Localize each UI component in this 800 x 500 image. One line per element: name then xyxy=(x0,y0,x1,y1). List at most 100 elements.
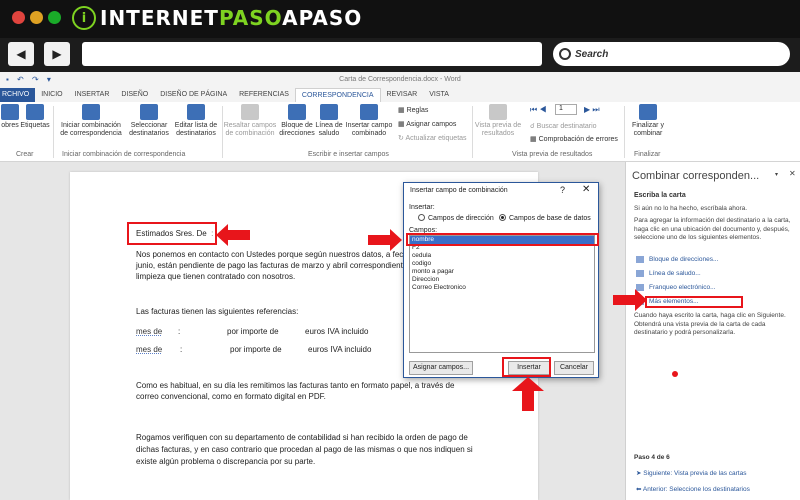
list-item[interactable]: cedula xyxy=(410,252,594,260)
close-icon[interactable]: ✕ xyxy=(789,169,796,178)
etiquetas-button[interactable]: Etiquetas xyxy=(20,104,50,130)
link-linea-saludo[interactable]: Línea de saludo... xyxy=(649,270,701,277)
radio-selected-icon xyxy=(499,214,506,221)
tab-diseno-pagina[interactable]: DISEÑO DE PÁGINA xyxy=(154,88,233,102)
mes-field-1: mes de xyxy=(136,327,163,336)
maximize-window-button[interactable] xyxy=(48,11,61,24)
group-vista-label: Vista previa de resultados xyxy=(512,151,593,158)
resaltar-campos-button[interactable]: Resaltar campos de combinación xyxy=(222,104,278,138)
doc-paragraph-1-line-3: limpieza que tienen contratado con nosot… xyxy=(136,272,296,281)
arrow-right-icon xyxy=(613,289,647,311)
list-item[interactable]: Direccion xyxy=(410,276,594,284)
search-input[interactable]: Search xyxy=(553,42,790,66)
doc-paragraph-3-line-2: correo convencional, como en formato dig… xyxy=(136,392,326,401)
doc-paragraph-4-line-2: dichas facturas, y en caso contrario que… xyxy=(136,445,473,454)
editar-lista-button[interactable]: Editar lista de destinatarios xyxy=(172,104,220,138)
minimize-window-button[interactable] xyxy=(30,11,43,24)
colon-2: : xyxy=(180,345,183,354)
dialog-title: Insertar campo de combinación xyxy=(410,187,508,194)
arrow-left-icon: ◀ xyxy=(16,47,26,61)
group-escribir-label: Escribir e insertar campos xyxy=(308,151,389,158)
tab-inicio[interactable]: INICIO xyxy=(35,88,68,102)
record-navigation-next[interactable]: ▶ ⏭ xyxy=(584,105,600,115)
previous-step-link[interactable]: ⬅ Anterior: Seleccione los destinatarios xyxy=(636,485,750,493)
back-button[interactable]: ◀ xyxy=(8,42,34,66)
tab-revisar[interactable]: REVISAR xyxy=(381,88,424,102)
doc-paragraph-2: Las facturas tienen las siguientes refer… xyxy=(136,307,299,316)
logo-icon: i xyxy=(72,6,96,30)
tab-diseno[interactable]: DISEÑO xyxy=(115,88,154,102)
edit-list-icon xyxy=(187,104,205,120)
chevron-down-icon[interactable]: ▾ xyxy=(775,171,778,178)
word-title-bar: ▪ ↶ ↷ ▾ Carta de Correspondencia.docx - … xyxy=(0,72,800,88)
importe-label-1: por importe de xyxy=(227,327,279,336)
pane-text-2: Para agregar la información del destinat… xyxy=(634,217,791,241)
greeting-line-icon xyxy=(636,270,644,277)
highlight-icon xyxy=(241,104,259,120)
tab-archivo[interactable]: RCHIVO xyxy=(0,88,36,102)
close-window-button[interactable] xyxy=(12,11,25,24)
document-title: Carta de Correspondencia.docx - Word xyxy=(339,76,461,83)
vista-previa-button[interactable]: Vista previa de resultados xyxy=(474,104,522,138)
step-indicator: Paso 4 de 6 xyxy=(634,454,670,461)
check-errors-icon: ▦ xyxy=(530,136,539,143)
comprobacion-errores-button[interactable]: ▦ Comprobación de errores xyxy=(530,135,618,143)
doc-paragraph-4-line-3: existe algún problema o discrepancia por… xyxy=(136,457,316,466)
radio-campos-base-datos[interactable]: Campos de base de datos xyxy=(499,214,591,222)
next-step-link[interactable]: ➤ Siguiente: Vista previa de las cartas xyxy=(636,469,746,477)
sobres-button[interactable]: obres xyxy=(0,104,20,130)
finish-merge-icon xyxy=(639,104,657,120)
mail-merge-pane: Combinar corresponden... ▾ ✕ Escriba la … xyxy=(625,162,800,500)
link-bloque-direcciones[interactable]: Bloque de direcciones... xyxy=(649,256,718,263)
link-franqueo-electronico[interactable]: Franqueo electrónico... xyxy=(649,284,715,291)
finalizar-combinar-button[interactable]: Finalizar y combinar xyxy=(628,104,668,138)
asignar-campos-button[interactable]: Asignar campos... xyxy=(409,361,473,375)
list-item[interactable]: codigo xyxy=(410,260,594,268)
buscar-destinatario-button[interactable]: ☌ Buscar destinatario xyxy=(530,122,597,130)
cancelar-button[interactable]: Cancelar xyxy=(554,361,594,375)
rules-icon: ▦ xyxy=(398,107,407,114)
doc-paragraph-1-line-1: Nos ponemos en contacto con Ustedes porq… xyxy=(136,250,413,259)
tab-insertar[interactable]: INSERTAR xyxy=(69,88,116,102)
record-navigation[interactable]: ⏮ ◀ xyxy=(530,105,547,115)
site-logo[interactable]: i INTERNETPASOAPASO xyxy=(72,6,362,30)
doc-paragraph-3-line-1: Como es habitual, en su día les remitimo… xyxy=(136,381,455,390)
tab-vista[interactable]: VISTA xyxy=(423,88,455,102)
bloque-direcciones-button[interactable]: Bloque de direcciones xyxy=(278,104,316,138)
iniciar-combinacion-button[interactable]: Iniciar combinación de correspondencia xyxy=(56,104,126,138)
greeting-highlight-box xyxy=(127,222,217,245)
address-bar[interactable] xyxy=(82,42,542,66)
forward-button[interactable]: ▶ xyxy=(44,42,70,66)
tab-correspondencia[interactable]: CORRESPONDENCIA xyxy=(294,88,381,102)
help-icon[interactable]: ? xyxy=(560,185,565,195)
group-divider xyxy=(53,106,54,158)
pane-subtitle: Escriba la carta xyxy=(634,192,686,199)
linea-saludo-button[interactable]: Línea de saludo xyxy=(314,104,344,138)
insertar-campo-combinado-button[interactable]: Insertar campo combinado xyxy=(343,104,395,138)
arrow-up-icon xyxy=(512,377,544,411)
actualizar-etiquetas-button[interactable]: ↻ Actualizar etiquetas xyxy=(398,134,467,142)
arrow-right-icon xyxy=(368,229,402,251)
group-divider xyxy=(624,106,625,158)
group-finalizar-label: Finalizar xyxy=(634,151,661,158)
address-block-icon xyxy=(288,104,306,120)
search-icon xyxy=(559,48,571,60)
label-icon xyxy=(26,104,44,120)
list-item[interactable]: Correo Electronico xyxy=(410,284,594,292)
insertar-highlight-box xyxy=(502,357,551,377)
asignar-campos-button[interactable]: ▦ Asignar campos xyxy=(398,120,456,128)
greeting-line-icon xyxy=(320,104,338,120)
tab-referencias[interactable]: REFERENCIAS xyxy=(233,88,295,102)
close-icon[interactable]: ✕ xyxy=(582,184,590,195)
recipients-icon xyxy=(140,104,158,120)
record-number-input[interactable]: 1 xyxy=(555,104,577,115)
browser-toolbar: ◀ ▶ Search xyxy=(0,38,800,72)
reglas-button[interactable]: ▦ Reglas xyxy=(398,106,428,114)
radio-campos-direccion[interactable]: Campos de dirección xyxy=(418,214,494,222)
list-item[interactable]: monto a pagar xyxy=(410,268,594,276)
pane-title: Combinar corresponden... xyxy=(632,170,760,182)
address-block-icon xyxy=(636,256,644,263)
seleccionar-destinatarios-button[interactable]: Seleccionar destinatarios xyxy=(124,104,174,138)
radio-icon xyxy=(418,214,425,221)
fields-listbox[interactable]: nombre F2 cedula codigo monto a pagar Di… xyxy=(409,235,595,353)
